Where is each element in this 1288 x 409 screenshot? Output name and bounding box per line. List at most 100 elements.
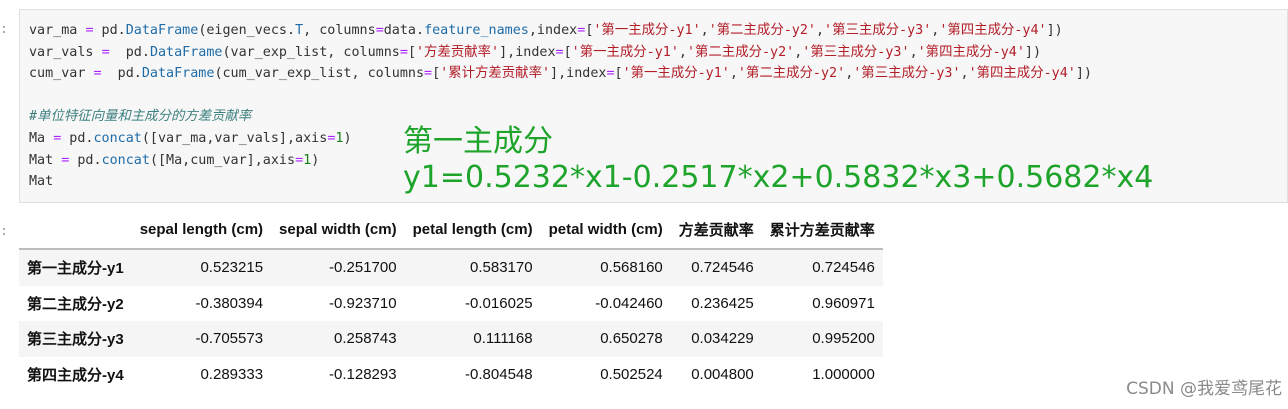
code-token: ,index	[528, 23, 578, 38]
table-cell: 0.289333	[200, 365, 264, 383]
table-cell: -0.705573	[195, 330, 264, 348]
code-token: '累计方差贡献率'	[440, 66, 551, 82]
table-row: 第三主成分-y3 -0.705573 0.258743 0.111168 0.65027…	[19, 321, 883, 357]
table-cell: -0.042460	[595, 294, 663, 312]
code-token: Ma	[29, 130, 54, 146]
code-token: var_ma	[29, 23, 86, 38]
code-token: ([var_ma,var_vals],axis	[141, 130, 328, 146]
table-header-row: sepal length (cm) sepal width (cm) petal l…	[19, 210, 883, 250]
row-index-label: 第四主成分-y4	[27, 366, 124, 384]
table-cell: 0.004800	[691, 365, 754, 383]
code-line: Ma = pd.concat([var_ma,var_vals],axis=1)	[29, 128, 1092, 150]
code-token: 1	[303, 152, 312, 168]
code-token: concat	[101, 152, 150, 168]
table-row: 第四主成分-y4 0.289333 -0.128293 -0.804548 0.5025…	[19, 357, 883, 393]
row-index-label: 第三主成分-y3	[27, 331, 124, 349]
table-cell: 0.258743	[334, 330, 397, 348]
code-token: DataFrame	[149, 44, 223, 60]
table-cell: 1.000000	[812, 365, 875, 383]
table-row: 第一主成分-y1 0.523215 -0.251700 0.583170 0.56816…	[19, 249, 883, 286]
table-cell: 0.502524	[600, 365, 663, 383]
annotation-title: 第一主成分	[403, 124, 553, 159]
code-token: '第四主成分-y4'	[939, 23, 1047, 38]
table-cell: -0.128293	[329, 365, 397, 383]
code-token: ])	[1024, 44, 1042, 60]
code-cell-output: sepal length (cm) sepal width (cm) petal l…	[19, 210, 883, 392]
code-token: Mat	[29, 174, 54, 190]
input-prompt: :	[0, 22, 8, 37]
code-token: ],index	[499, 44, 556, 60]
code-token: ([Ma,cum_var],axis	[149, 152, 296, 168]
code-token: ,	[960, 66, 969, 82]
code-token: '第三主成分-y3'	[853, 66, 961, 82]
code-token: [	[432, 66, 441, 82]
code-token: data.	[383, 23, 425, 38]
table-row: 第二主成分-y2 -0.380394 -0.923710 -0.016025 -0.04…	[19, 286, 883, 322]
row-index-label: 第一主成分-y1	[27, 260, 124, 278]
code-token: feature_names	[424, 23, 529, 38]
table-cell: -0.380394	[195, 294, 264, 312]
code-token: ],index	[550, 66, 607, 82]
code-token: =	[375, 23, 384, 38]
code-token: concat	[93, 130, 142, 146]
code-token: '第四主成分-y4'	[917, 44, 1025, 60]
table-cell: -0.016025	[465, 294, 533, 312]
table-cell: -0.804548	[465, 365, 533, 383]
table-cell: 0.995200	[812, 330, 875, 348]
code-token: ,	[729, 66, 738, 82]
code-token: =	[606, 66, 615, 82]
table-cell: -0.251700	[329, 259, 397, 277]
code-token: ,	[815, 23, 825, 38]
code-token: '第一主成分-y1'	[571, 44, 679, 60]
code-token: =	[295, 152, 304, 168]
table-cell: -0.923710	[329, 294, 397, 312]
code-token: pd.	[101, 66, 142, 82]
code-token: =	[93, 66, 102, 82]
table-cell: 0.960971	[812, 294, 875, 312]
column-header: 累计方差贡献率	[761, 210, 883, 250]
code-token: DataFrame	[141, 66, 215, 82]
code-token: ])	[1046, 23, 1063, 38]
code-token: [	[563, 44, 572, 60]
code-token: '第二主成分-y2'	[708, 23, 816, 38]
code-token: ,	[678, 44, 687, 60]
table-cell: 0.568160	[600, 259, 663, 277]
table-cell: 0.650278	[600, 330, 663, 348]
code-token: ,	[700, 23, 709, 38]
table-cell: 0.724546	[812, 259, 875, 277]
code-token: '第三主成分-y3'	[802, 44, 910, 60]
code-token: (cum_var_exp_list, columns	[214, 66, 425, 82]
column-header: sepal width (cm)	[271, 210, 405, 250]
column-header: petal width (cm)	[540, 210, 671, 250]
annotation-formula: y1=0.5232*x1-0.2517*x2+0.5832*x3+0.5682*…	[403, 160, 1154, 195]
code-line: #单位特征向量和主成分的方差贡献率	[29, 106, 1092, 128]
code-token: )	[343, 130, 352, 146]
code-token: )	[311, 152, 320, 168]
code-token: DataFrame	[125, 23, 199, 38]
code-token: '方差贡献率'	[416, 44, 500, 60]
code-token: ])	[1075, 66, 1092, 82]
code-token: '第一主成分-y1'	[593, 23, 701, 38]
code-token: (var_exp_list, columns	[222, 44, 400, 60]
code-token: =	[424, 66, 433, 82]
code-token: '第三主成分-y3'	[824, 23, 932, 38]
code-token: (eigen_vecs.	[198, 23, 296, 38]
table-cell: 0.583170	[470, 259, 533, 277]
code-token: pd.	[93, 23, 126, 38]
code-line: cum_var = pd.DataFrame(cum_var_exp_list,…	[29, 63, 1092, 85]
column-header: sepal length (cm)	[131, 210, 272, 250]
code-token: =	[399, 44, 408, 60]
code-token: '第四主成分-y4'	[968, 66, 1076, 82]
index-header	[19, 210, 132, 250]
code-token: ,	[909, 44, 918, 60]
code-token: pd.	[61, 130, 94, 146]
code-token: =	[101, 44, 110, 60]
table-cell: 0.111168	[473, 330, 533, 348]
code-token: =	[555, 44, 564, 60]
code-token: '第二主成分-y2'	[737, 66, 846, 82]
code-token: [	[614, 66, 623, 82]
code-token: '第二主成分-y2'	[686, 44, 795, 60]
code-token: pd.	[109, 44, 150, 60]
code-token: pd.	[69, 152, 102, 168]
